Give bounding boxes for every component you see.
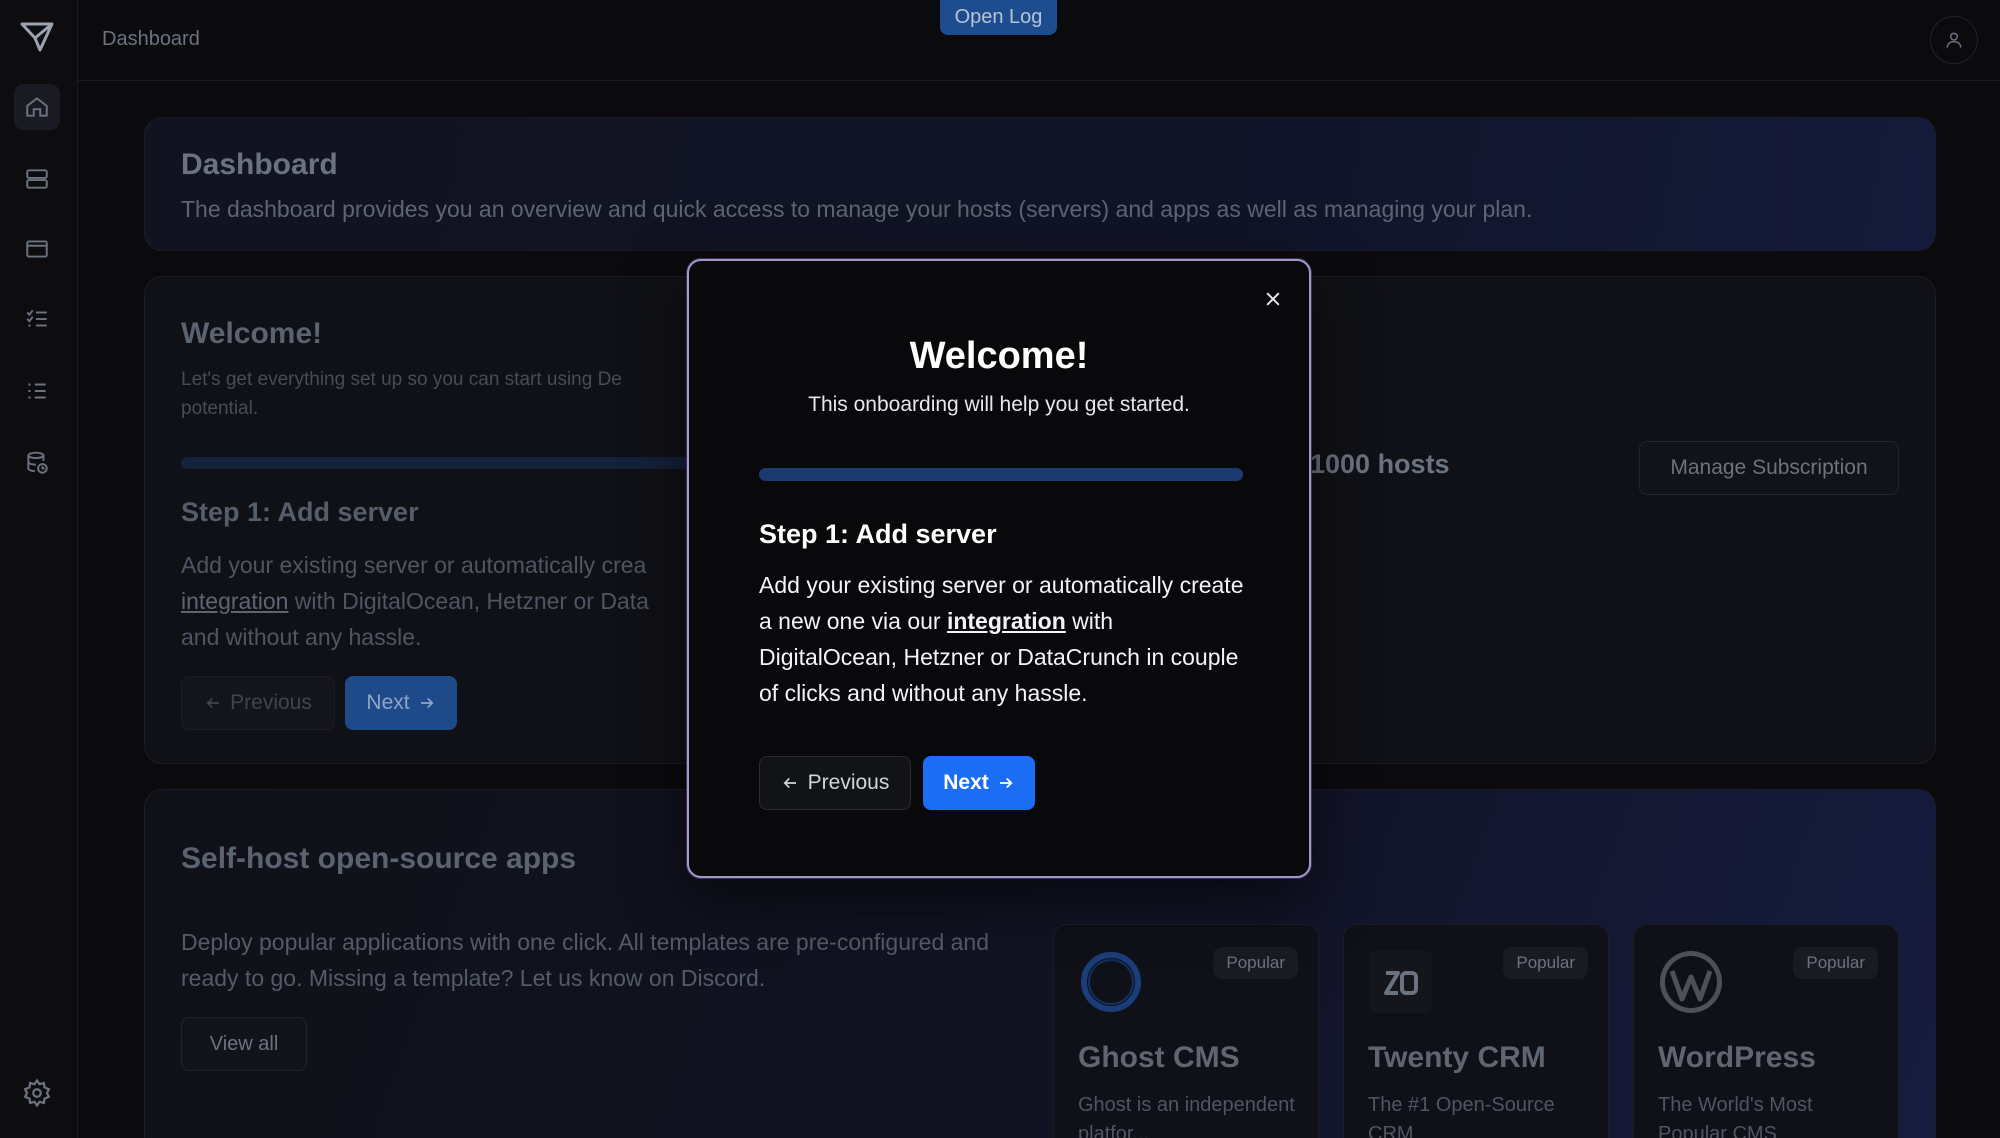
next-label: Next	[943, 771, 989, 794]
onboarding-progress-bar	[759, 468, 1243, 481]
modal-subtitle: This onboarding will help you get starte…	[808, 393, 1190, 416]
next-button[interactable]: Next	[923, 756, 1035, 810]
onboarding-modal: Welcome! This onboarding will help you g…	[687, 259, 1311, 878]
close-button[interactable]	[1257, 283, 1289, 315]
modal-title: Welcome!	[909, 335, 1089, 377]
modal-step-title: Step 1: Add server	[759, 519, 997, 549]
arrow-left-icon	[783, 777, 796, 789]
modal-step-description: Add your existing server or automaticall…	[759, 567, 1249, 711]
arrow-right-icon	[999, 777, 1013, 789]
previous-label: Previous	[807, 771, 890, 794]
previous-button[interactable]: Previous	[759, 756, 911, 810]
close-icon	[1266, 292, 1280, 306]
integration-link[interactable]: integration	[947, 608, 1066, 634]
